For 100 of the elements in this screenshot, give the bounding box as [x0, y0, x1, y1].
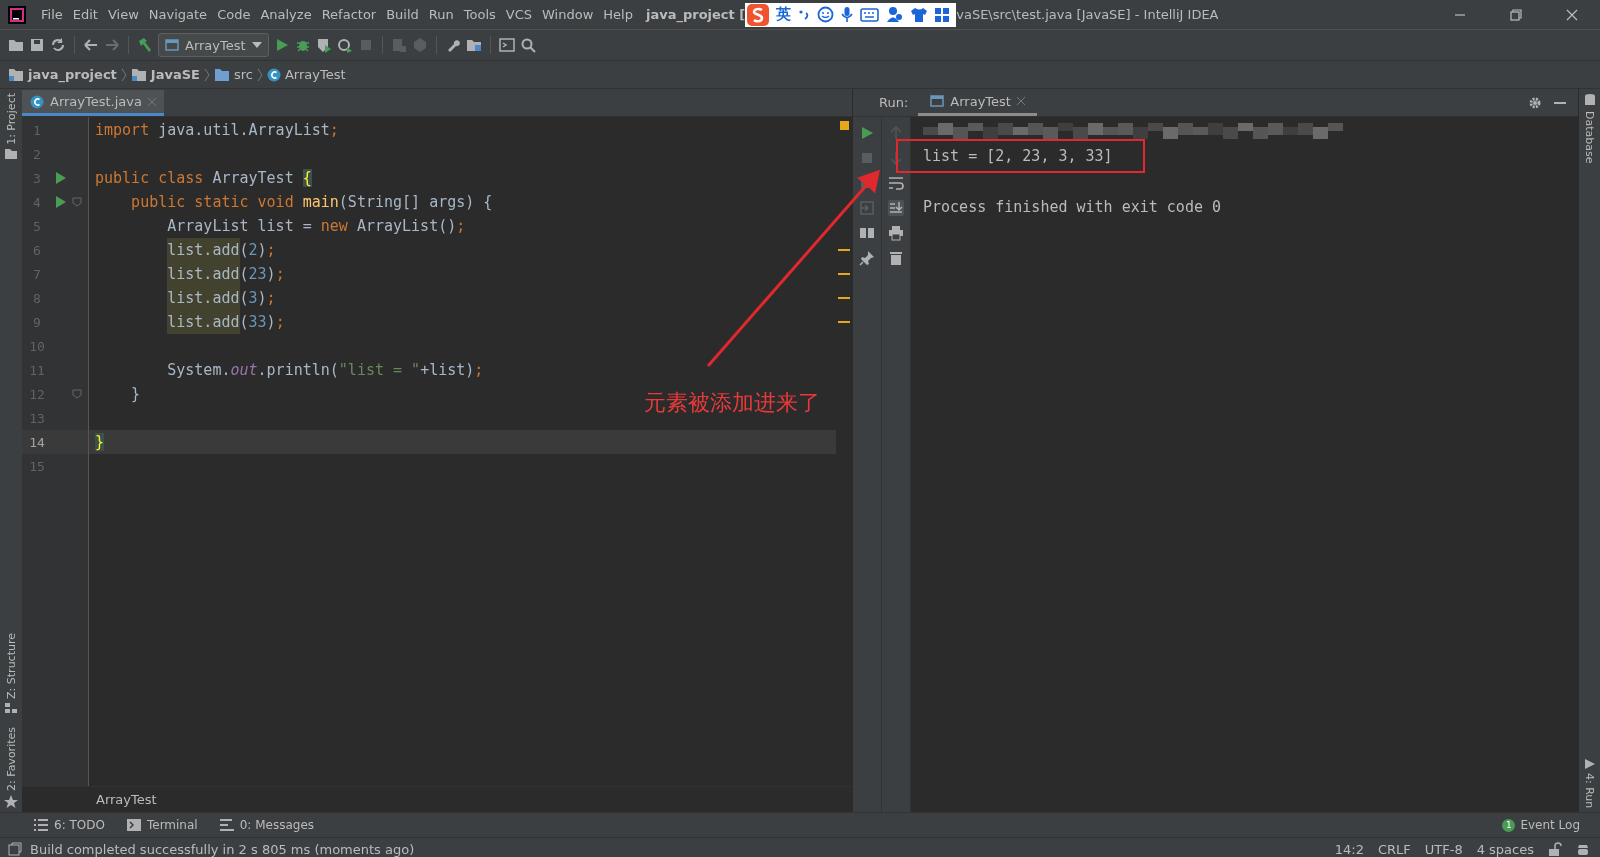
- chevron-icon: [120, 67, 127, 82]
- status-item[interactable]: 4 spaces: [1476, 841, 1534, 857]
- trash-icon[interactable]: [888, 250, 904, 266]
- chevron-icon: [256, 67, 263, 82]
- layout-icon[interactable]: [859, 225, 875, 241]
- menu-item[interactable]: Refactor: [316, 7, 382, 22]
- menu-item[interactable]: Help: [598, 7, 638, 22]
- status-icon[interactable]: [8, 842, 22, 856]
- shirt-icon[interactable]: [910, 6, 928, 23]
- tool-window-tab[interactable]: 2: Favorites: [4, 727, 18, 791]
- restore-icon[interactable]: [1508, 6, 1524, 23]
- folder-icon: [213, 67, 230, 82]
- terminal-icon[interactable]: [498, 37, 515, 53]
- window-icon: [165, 39, 179, 51]
- database-icon: [1583, 93, 1596, 107]
- code-line: public class ArrayTest {: [95, 168, 312, 189]
- breadcrumb-item[interactable]: ArrayTest: [284, 67, 346, 82]
- tool-window-button[interactable]: 0: Messages: [239, 818, 314, 832]
- breadcrumb-item[interactable]: ArrayTest: [96, 792, 157, 807]
- run-config-dropdown[interactable]: ArrayTest: [158, 33, 269, 57]
- sync-icon[interactable]: [50, 37, 66, 53]
- panel-title: Run:: [879, 95, 909, 110]
- menu-item[interactable]: Edit: [67, 7, 103, 22]
- menu-item[interactable]: View: [102, 7, 144, 22]
- pin-icon[interactable]: [859, 250, 875, 266]
- unlocked-icon[interactable]: [1548, 842, 1562, 856]
- breadcrumb-item[interactable]: src: [233, 67, 253, 82]
- status-item[interactable]: CRLF: [1377, 841, 1411, 857]
- inspector-icon[interactable]: [1576, 842, 1590, 856]
- tool-window-button[interactable]: Terminal: [146, 818, 198, 832]
- code-line: list.add(2);: [95, 238, 276, 262]
- save-icon[interactable]: [29, 37, 45, 53]
- menu-item[interactable]: Navigate: [143, 7, 213, 22]
- person-icon[interactable]: [886, 6, 904, 23]
- tool-window-tab[interactable]: Database: [1583, 111, 1596, 164]
- structure-icon: [5, 703, 17, 714]
- code-line: list.add(23);: [95, 262, 285, 286]
- run-icon[interactable]: [56, 196, 66, 208]
- tab-label: ArrayTest.java: [50, 94, 142, 109]
- menu-item[interactable]: Code: [212, 7, 256, 22]
- menu-item[interactable]: Window: [537, 7, 599, 22]
- warning-stripe: [838, 321, 850, 323]
- status-item[interactable]: 14:2: [1334, 841, 1364, 857]
- menu-item[interactable]: File: [36, 7, 68, 22]
- code-line: ArrayList list = new ArrayList();: [166, 216, 466, 237]
- tool-window-tab[interactable]: 1: Project: [4, 93, 18, 145]
- console-output-line: Process finished with exit code 0: [923, 197, 1221, 218]
- messages-icon: [219, 819, 234, 831]
- menu-item[interactable]: Build: [381, 7, 424, 22]
- code-line: public static void main(String[] args) {: [130, 192, 493, 213]
- microphone-icon[interactable]: [841, 6, 854, 23]
- menu-item[interactable]: VCS: [500, 7, 538, 22]
- breadcrumb-item[interactable]: JavaSE: [150, 67, 200, 82]
- run-config-label: ArrayTest: [185, 37, 246, 53]
- menu-item[interactable]: Run: [423, 7, 459, 22]
- window-title: java_project [: [645, 7, 746, 22]
- close-icon[interactable]: [1016, 97, 1025, 105]
- menu-item[interactable]: Tools: [458, 7, 501, 22]
- rerun-icon[interactable]: [859, 125, 875, 141]
- soft-wrap-icon[interactable]: [888, 175, 904, 191]
- search-icon[interactable]: [519, 37, 536, 53]
- window-title: vaSE\src\test.java [JavaSE] - IntelliJ IDEA: [956, 7, 1219, 22]
- app-logo: [8, 5, 26, 24]
- print-icon[interactable]: [888, 225, 904, 241]
- console-output-line: list = [2, 23, 3, 33]: [923, 146, 1113, 167]
- warning-stripe: [838, 297, 850, 299]
- breadcrumb-item[interactable]: java_project: [28, 67, 117, 82]
- menu-item[interactable]: Analyze: [255, 7, 317, 22]
- chevron-icon: [203, 67, 210, 82]
- code-line: list.add(3);: [95, 286, 276, 310]
- editor-tab[interactable]: ArrayTest.java: [22, 90, 164, 116]
- run-icon[interactable]: [56, 172, 66, 184]
- status-item[interactable]: UTF-8: [1424, 841, 1463, 857]
- tool-window-tab[interactable]: 4: Run: [1583, 772, 1596, 808]
- profile-icon[interactable]: [336, 37, 353, 53]
- warning-stripe: [838, 273, 850, 275]
- scroll-to-end-icon[interactable]: [888, 200, 904, 216]
- smiley-icon[interactable]: [817, 6, 835, 23]
- coverage-icon[interactable]: [315, 37, 332, 53]
- terminal-icon: [126, 819, 141, 831]
- tool-window-button[interactable]: 6: TODO: [54, 818, 105, 832]
- back-arrow-icon[interactable]: [83, 37, 99, 53]
- class-icon: [266, 67, 281, 82]
- hammer-icon[interactable]: [137, 37, 153, 53]
- window-icon: [930, 95, 945, 107]
- folder-icon: [5, 148, 17, 159]
- line-number: 14: [28, 434, 46, 450]
- tool-window-button[interactable]: Event Log: [1520, 818, 1580, 832]
- tool-window-tab[interactable]: Z: Structure: [4, 633, 18, 700]
- grid-icon[interactable]: [934, 6, 951, 23]
- ime-mode-label: 英: [776, 5, 792, 24]
- caret-icon: [251, 42, 262, 48]
- tab-label: ArrayTest: [950, 93, 1011, 109]
- settings-icon[interactable]: [1528, 95, 1542, 110]
- star-icon: [4, 795, 18, 808]
- class-icon: [30, 94, 44, 109]
- keyboard-icon[interactable]: [860, 7, 880, 22]
- open-folder-icon[interactable]: [8, 37, 24, 53]
- annotation-text: 元素被添加进来了: [644, 389, 820, 417]
- project-structure-icon[interactable]: [465, 37, 482, 53]
